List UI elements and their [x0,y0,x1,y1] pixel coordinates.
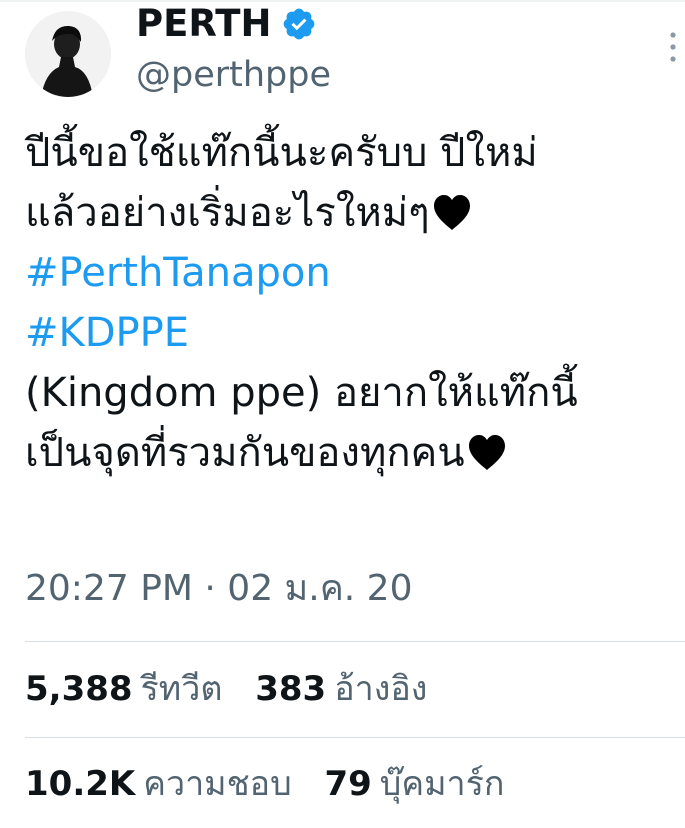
bookmarks-label: บุ๊คมาร์ก [379,764,505,804]
tweet-line-1: ปีนี้ขอใช้แท๊กนี้นะครับบ ปีใหม่ [25,130,538,176]
more-vertical-icon[interactable] [661,22,685,72]
tweet-line-5: (Kingdom ppe) อยากให้แท๊กนี้ [25,370,578,416]
tweet-timestamp[interactable]: 20:27 PM · 02 ม.ค. 20 [25,566,413,612]
retweets-count: 5,388 [25,669,133,709]
tweet-text: ปีนี้ขอใช้แท๊กนี้นะครับบ ปีใหม่ แล้วอย่า… [25,123,680,483]
verified-badge-icon [284,8,315,40]
profile-photo-icon [25,11,111,97]
stats-row-shares: 5,388 รีทวีต 383 อ้างอิง [25,667,449,711]
author-handle[interactable]: @perthppe [136,54,331,96]
quotes-stat[interactable]: 383 อ้างอิง [255,667,427,711]
likes-label: ความชอบ [143,764,292,804]
retweets-label: รีทวีต [140,669,223,709]
divider [25,737,685,738]
quotes-count: 383 [255,669,327,709]
retweets-stat[interactable]: 5,388 รีทวีต [25,667,222,711]
quotes-label: อ้างอิง [334,669,428,709]
stats-row-engagement: 10.2K ความชอบ 79 บุ๊คมาร์ก [25,762,526,806]
tweet-line-6-text: เป็นจุดที่รวมกันของทุกคน [25,430,465,476]
tweet-line-6: เป็นจุดที่รวมกันของทุกคน [25,423,680,483]
top-divider [0,0,685,2]
black-heart-icon [433,195,470,230]
bookmarks-count: 79 [324,764,372,804]
tweet-detail: PERTH @perthppe ปีนี้ขอใช้แท๊กนี้นะครับบ… [0,0,685,828]
avatar[interactable] [25,11,111,97]
likes-stat[interactable]: 10.2K ความชอบ [25,762,292,806]
tweet-line-2-text: แล้วอย่างเริ่มอะไรใหม่ๆ [25,190,430,236]
author-display-name-row[interactable]: PERTH [136,2,317,46]
bookmarks-stat[interactable]: 79 บุ๊คมาร์ก [324,762,504,806]
divider [25,641,685,642]
black-heart-icon [468,435,505,470]
author-display-name[interactable]: PERTH [136,2,271,46]
likes-count: 10.2K [25,764,136,804]
hashtag-link-kdppe[interactable]: #KDPPE [25,303,680,363]
tweet-line-2: แล้วอย่างเริ่มอะไรใหม่ๆ [25,183,680,243]
hashtag-link-perthtanapon[interactable]: #PerthTanapon [25,243,680,303]
